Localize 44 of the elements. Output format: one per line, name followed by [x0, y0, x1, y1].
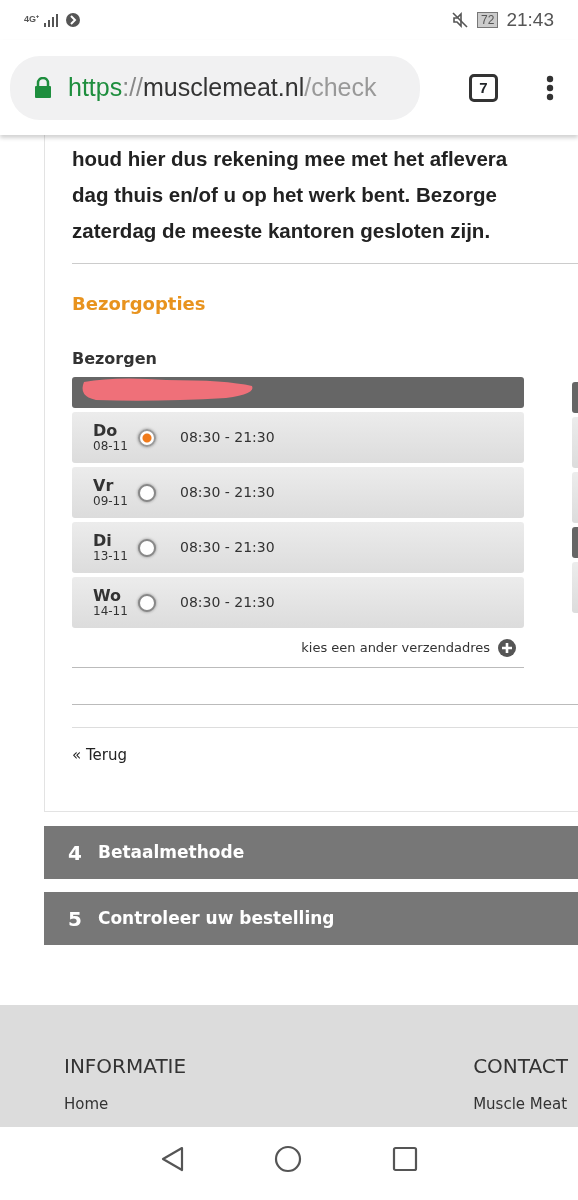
back-link[interactable]: « Terug — [72, 744, 127, 767]
date-label: 14-11 — [93, 604, 129, 618]
date-label: 13-11 — [93, 549, 129, 563]
footer-heading: CONTACT — [473, 1053, 568, 1080]
column-heading: Bezorgen — [72, 348, 158, 370]
day-label: Di — [93, 532, 113, 550]
home-icon[interactable] — [274, 1144, 302, 1173]
radio-button[interactable] — [138, 428, 156, 447]
footer-link[interactable]: Muscle Meat — [473, 1093, 568, 1116]
other-address-link[interactable]: kies een ander verzendadres — [301, 637, 490, 658]
clock: 21:43 — [506, 7, 554, 32]
section-title: Bezorgopties — [72, 292, 207, 316]
mute-icon — [451, 11, 470, 29]
menu-icon[interactable] — [546, 74, 554, 101]
slot-row[interactable]: Vr 09-11 08:30 - 21:30 — [72, 467, 524, 518]
radio-button[interactable] — [138, 593, 156, 612]
day-label: Wo — [93, 587, 123, 605]
notice-paragraph: houd hier dus rekening mee met het aflevera dag thuis en/of u op het werk bent. Bezorge zaterdag de meeste kantoren gesloten zijn. — [72, 146, 508, 244]
slot-row[interactable]: Do 08-11 08:30 - 21:30 — [72, 412, 524, 463]
day-label: Do — [93, 422, 119, 440]
plus-icon[interactable] — [498, 638, 516, 657]
back-icon[interactable] — [160, 1145, 184, 1172]
step-header[interactable]: 5 Controleer uw bestelling — [44, 892, 578, 945]
slot-row[interactable]: Wo 14-11 08:30 - 21:30 — [72, 577, 524, 628]
radio-button[interactable] — [138, 538, 156, 557]
time-slot: 08:30 - 21:30 — [180, 592, 275, 613]
footer-link[interactable]: Home — [64, 1093, 109, 1116]
step-header[interactable]: 4 Betaalmethode — [44, 826, 578, 879]
day-label: Vr — [93, 477, 115, 495]
recents-icon[interactable] — [392, 1145, 418, 1172]
lock-icon — [34, 76, 52, 99]
slot-row[interactable]: Di 13-11 08:30 - 21:30 — [72, 522, 524, 573]
time-slot: 08:30 - 21:30 — [180, 482, 275, 503]
radio-button[interactable] — [138, 483, 156, 502]
sync-icon — [65, 12, 81, 28]
time-slot: 08:30 - 21:30 — [180, 427, 275, 448]
signal-icon — [43, 13, 61, 27]
date-label: 09-11 — [93, 494, 129, 508]
network-indicator: 4G⁺ — [24, 13, 39, 27]
tab-switcher-button[interactable]: 7 — [469, 73, 498, 102]
time-slot: 08:30 - 21:30 — [180, 537, 275, 558]
date-label: 08-11 — [93, 439, 129, 453]
footer-heading: INFORMATIE — [64, 1053, 187, 1080]
battery-indicator: 72 — [477, 12, 499, 28]
